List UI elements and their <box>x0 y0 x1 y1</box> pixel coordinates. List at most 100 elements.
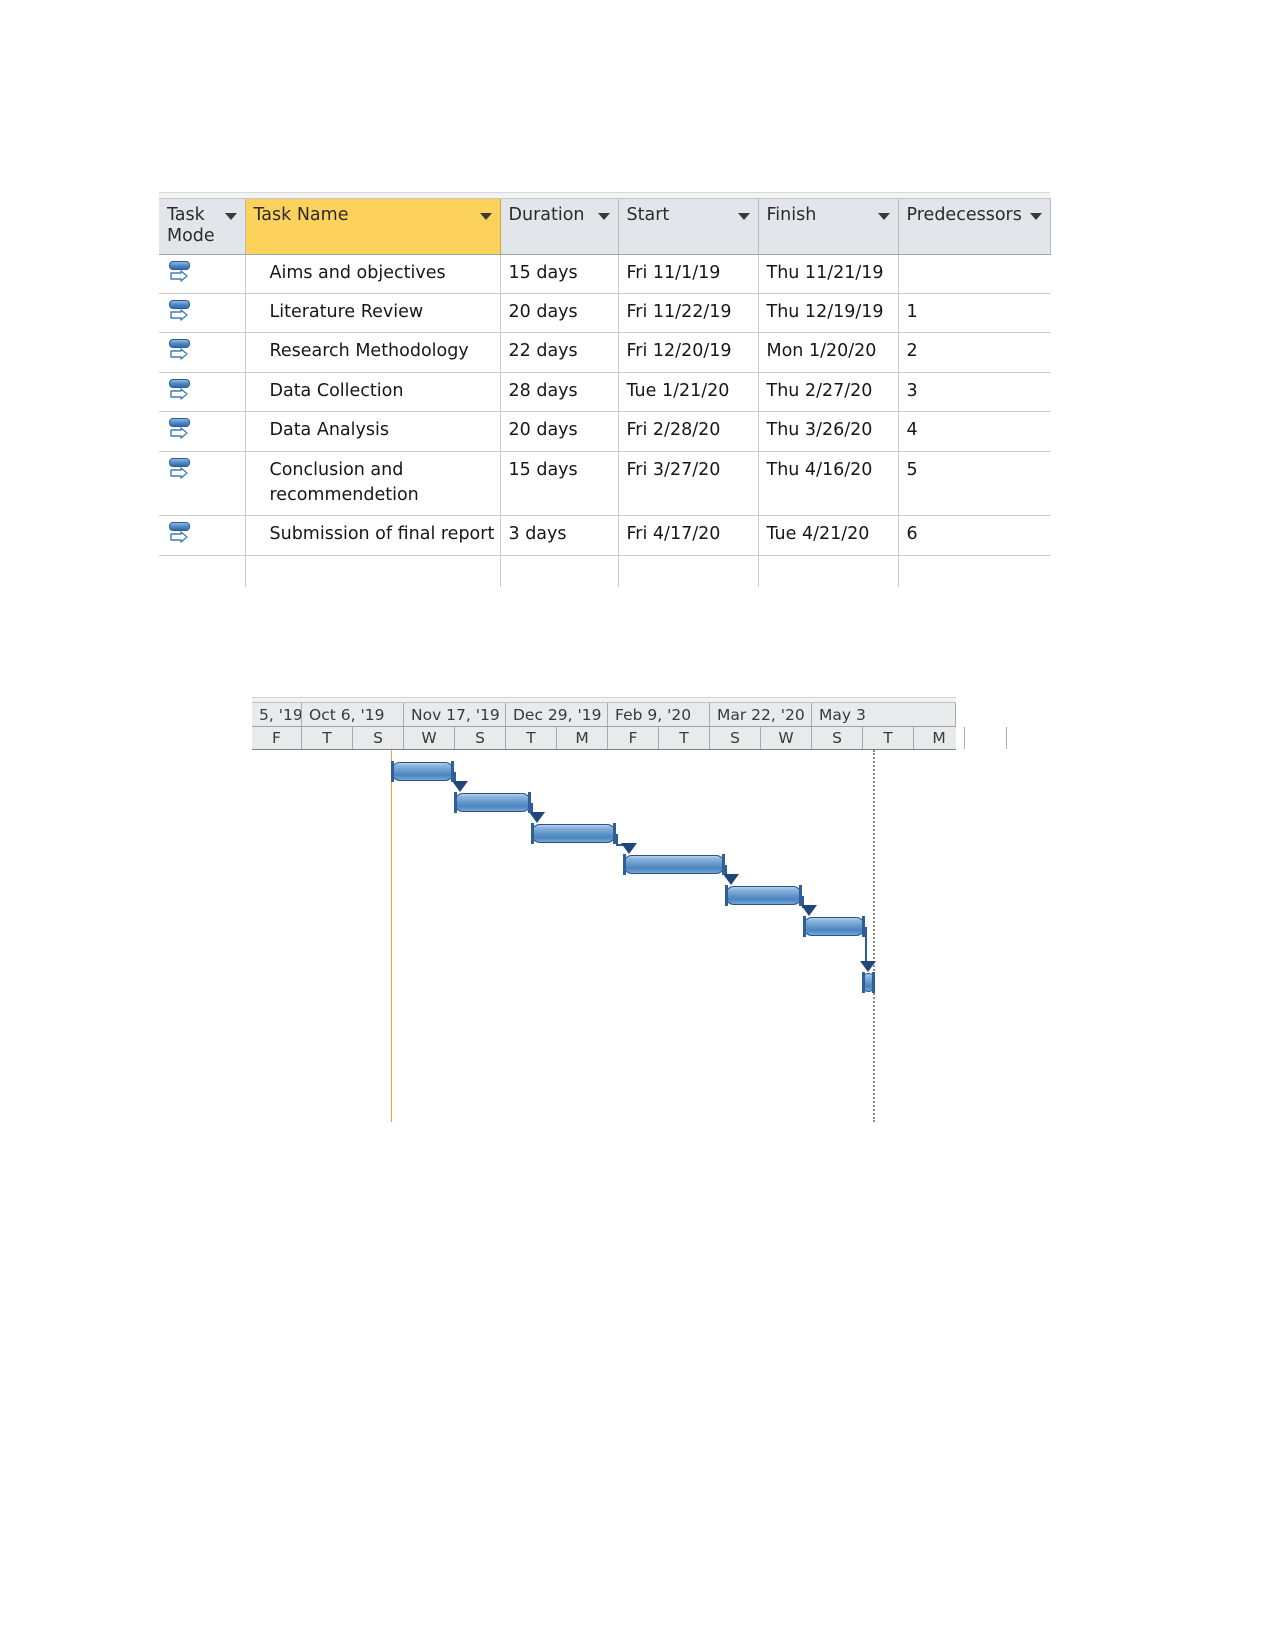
column-header-task-name-label: Task Name <box>253 205 349 225</box>
column-header-task-name[interactable]: Task Name <box>245 198 501 255</box>
cell-task-mode[interactable] <box>159 515 246 556</box>
cell-start[interactable]: Fri 11/1/19 <box>618 254 759 295</box>
column-header-finish[interactable]: Finish <box>758 198 899 255</box>
dependency-arrow-icon <box>860 961 876 972</box>
timeline-month-cell: Mar 22, '20 <box>710 703 812 726</box>
cell-task-name[interactable]: Submission of final report <box>245 515 501 556</box>
timeline-month-cell: May 3 <box>812 703 956 726</box>
timeline-day-cell: S <box>812 727 863 749</box>
cell-duration[interactable]: 3 days <box>500 515 619 556</box>
gantt-task-bar[interactable] <box>623 854 725 875</box>
cell-predecessors[interactable]: 5 <box>898 451 1050 517</box>
cell-start[interactable]: Fri 4/17/20 <box>618 515 759 556</box>
cell-task-name[interactable]: Conclusion and recommendetion <box>245 451 501 517</box>
cell-predecessors[interactable]: 2 <box>898 332 1050 373</box>
filter-dropdown-icon-predecessors[interactable] <box>1029 213 1042 220</box>
dependency-arrow-icon <box>529 812 545 823</box>
table-row[interactable]: Data Analysis 20 days Fri 2/28/20 Thu 3/26/… <box>159 411 1050 452</box>
table-row[interactable]: Data Collection 28 days Tue 1/21/20 Thu 2/2… <box>159 372 1050 413</box>
filter-dropdown-icon-task-name[interactable] <box>479 213 492 220</box>
cell-duration[interactable]: 20 days <box>500 411 619 452</box>
cell-finish[interactable]: Thu 2/27/20 <box>758 372 899 413</box>
column-header-start[interactable]: Start <box>618 198 759 255</box>
cell-task-mode[interactable] <box>159 411 246 452</box>
gantt-task-bar[interactable] <box>862 972 875 993</box>
cell-task-mode[interactable] <box>159 555 246 587</box>
timeline-day-cell: F <box>608 727 659 749</box>
cell-finish[interactable]: Tue 4/21/20 <box>758 515 899 556</box>
gantt-plot-area[interactable] <box>252 750 956 1127</box>
table-empty-row[interactable] <box>159 555 1050 587</box>
column-header-predecessors-label: Predecessors <box>906 205 1022 225</box>
cell-predecessors[interactable]: 1 <box>898 293 1050 334</box>
gantt-task-bar[interactable] <box>725 885 802 906</box>
timeline-month-cell: Oct 6, '19 <box>302 703 404 726</box>
gantt-task-bar[interactable] <box>803 916 865 937</box>
cell-predecessors[interactable]: 6 <box>898 515 1050 556</box>
task-table-body: Aims and objectives 15 days Fri 11/1/19 Thu… <box>159 254 1050 587</box>
timeline-month-header[interactable]: 5, '19 Oct 6, '19 Nov 17, '19 Dec 29, '19 Fe… <box>252 703 956 727</box>
cell-finish[interactable]: Thu 4/16/20 <box>758 451 899 517</box>
cell-start[interactable]: Fri 3/27/20 <box>618 451 759 517</box>
dependency-arrow-icon <box>723 874 739 885</box>
table-row[interactable]: Aims and objectives 15 days Fri 11/1/19 Thu… <box>159 254 1050 295</box>
cell-finish[interactable]: Mon 1/20/20 <box>758 332 899 373</box>
filter-dropdown-icon-start[interactable] <box>737 213 750 220</box>
column-header-predecessors[interactable]: Predecessors <box>898 198 1051 255</box>
timeline-day-cell: M <box>914 727 965 749</box>
timeline-day-header[interactable]: FTSWSTMFTSWSTM <box>252 727 1007 750</box>
cell-duration[interactable]: 22 days <box>500 332 619 373</box>
cell-duration[interactable] <box>500 555 619 587</box>
cell-start[interactable]: Fri 12/20/19 <box>618 332 759 373</box>
timeline-day-cell <box>965 727 1007 749</box>
cell-finish[interactable]: Thu 11/21/19 <box>758 254 899 295</box>
timeline-month-cell: Feb 9, '20 <box>608 703 710 726</box>
cell-start[interactable] <box>618 555 759 587</box>
column-header-task-mode[interactable]: Task Mode <box>159 198 246 255</box>
filter-dropdown-icon-duration[interactable] <box>597 213 610 220</box>
gantt-task-bar[interactable] <box>391 761 454 782</box>
cell-start[interactable]: Fri 11/22/19 <box>618 293 759 334</box>
cell-task-mode[interactable] <box>159 372 246 413</box>
gantt-task-bar[interactable] <box>531 823 616 844</box>
cell-task-name[interactable]: Data Collection <box>245 372 501 413</box>
timeline-day-cell: W <box>761 727 812 749</box>
column-header-duration[interactable]: Duration <box>500 198 619 255</box>
dependency-arrow-icon <box>452 781 468 792</box>
cell-start[interactable]: Tue 1/21/20 <box>618 372 759 413</box>
filter-dropdown-icon-task-mode[interactable] <box>224 213 237 220</box>
table-row[interactable]: Submission of final report 3 days Fri 4/17… <box>159 515 1050 556</box>
cell-duration[interactable]: 20 days <box>500 293 619 334</box>
cell-duration[interactable]: 28 days <box>500 372 619 413</box>
cell-predecessors[interactable]: 3 <box>898 372 1050 413</box>
table-row[interactable]: Research Methodology 22 days Fri 12/20/19 M… <box>159 332 1050 373</box>
cell-task-mode[interactable] <box>159 332 246 373</box>
cell-predecessors[interactable] <box>898 254 1050 295</box>
dependency-arrow-icon <box>621 843 637 854</box>
cell-predecessors[interactable]: 4 <box>898 411 1050 452</box>
cell-finish[interactable] <box>758 555 899 587</box>
filter-dropdown-icon-finish[interactable] <box>877 213 890 220</box>
table-row[interactable]: Conclusion and recommendetion 15 days Fri … <box>159 451 1050 517</box>
timeline-day-cell: T <box>659 727 710 749</box>
cell-task-name[interactable]: Literature Review <box>245 293 501 334</box>
cell-task-name[interactable]: Data Analysis <box>245 411 501 452</box>
column-header-row: Task Mode Task Name Duration Start Finis… <box>159 198 1051 255</box>
cell-duration[interactable]: 15 days <box>500 254 619 295</box>
gantt-task-bar[interactable] <box>454 792 531 813</box>
manually-scheduled-icon <box>169 521 195 549</box>
cell-task-mode[interactable] <box>159 254 246 295</box>
cell-task-mode[interactable] <box>159 293 246 334</box>
manually-scheduled-icon <box>169 260 195 288</box>
cell-task-name[interactable]: Aims and objectives <box>245 254 501 295</box>
cell-predecessors[interactable] <box>898 555 1050 587</box>
cell-finish[interactable]: Thu 3/26/20 <box>758 411 899 452</box>
cell-task-mode[interactable] <box>159 451 246 517</box>
cell-start[interactable]: Fri 2/28/20 <box>618 411 759 452</box>
cell-finish[interactable]: Thu 12/19/19 <box>758 293 899 334</box>
cell-task-name[interactable]: Research Methodology <box>245 332 501 373</box>
timeline-day-cell: T <box>302 727 353 749</box>
cell-duration[interactable]: 15 days <box>500 451 619 517</box>
table-row[interactable]: Literature Review 20 days Fri 11/22/19 Thu … <box>159 293 1050 334</box>
cell-task-name[interactable] <box>245 555 501 587</box>
